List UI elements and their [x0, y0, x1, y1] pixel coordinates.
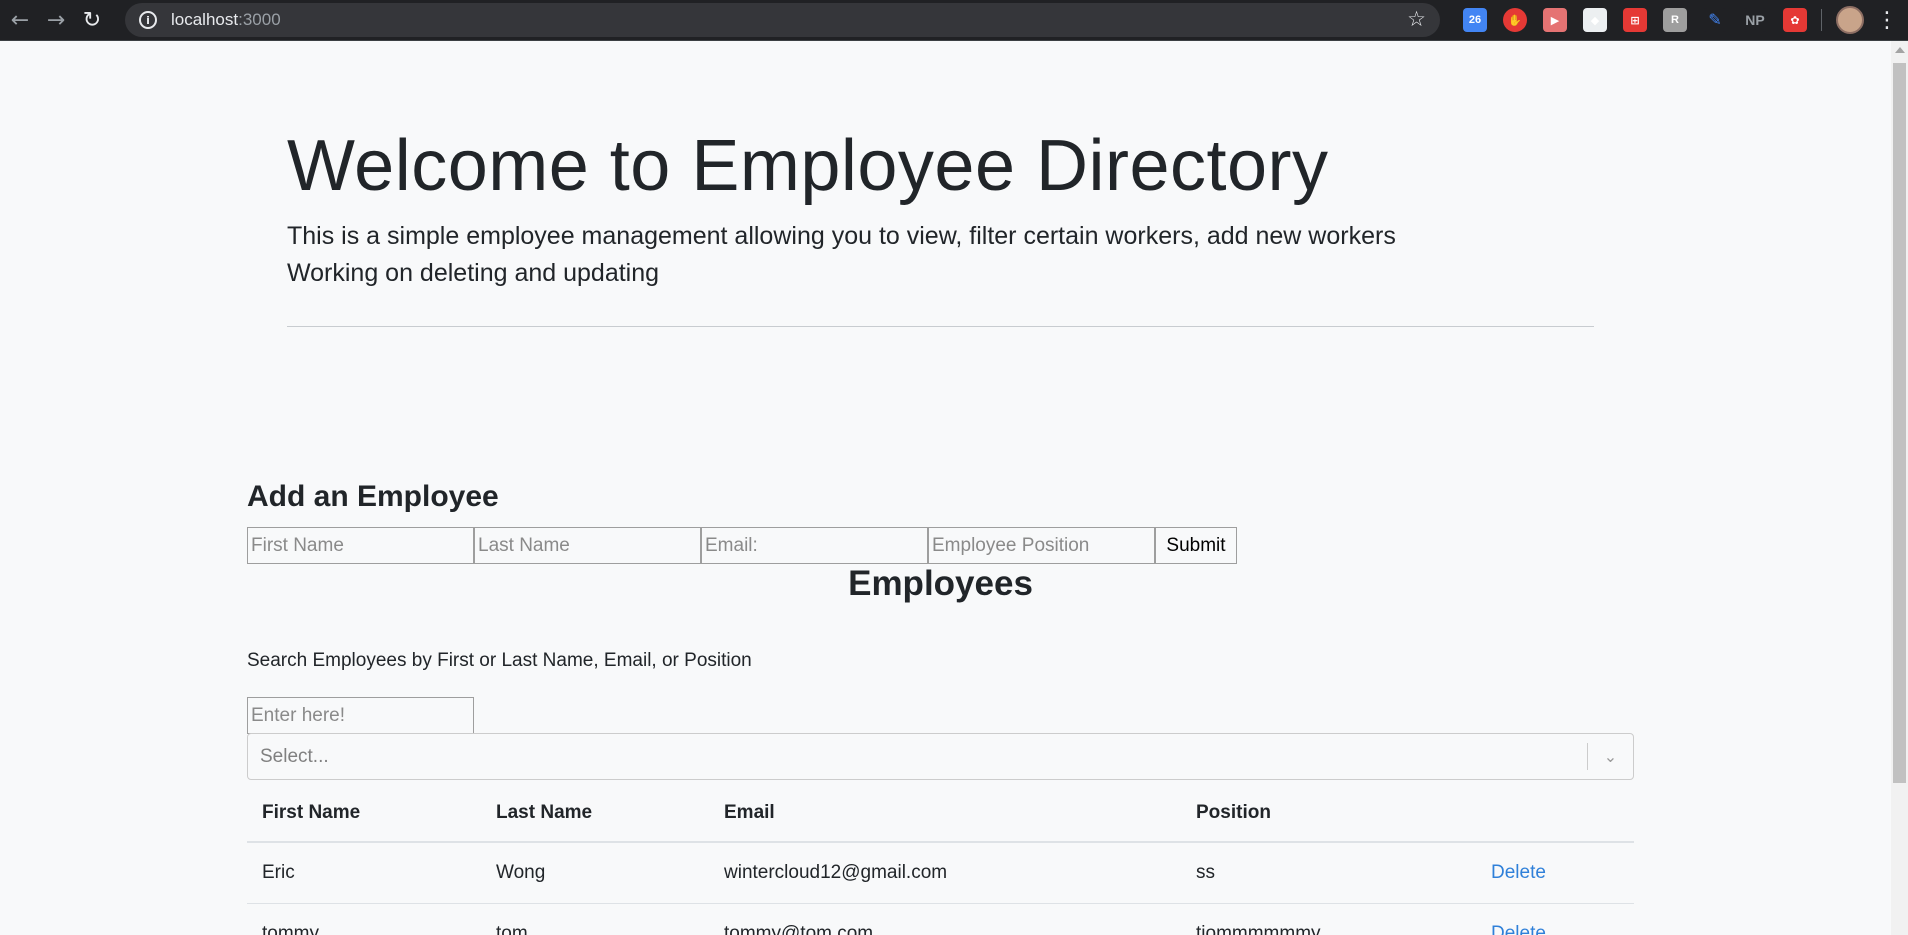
employees-table: First Name Last Name Email Position Eric…: [247, 784, 1634, 935]
np-ext-icon[interactable]: NP: [1743, 8, 1767, 32]
cell-email: tommy@tom.com: [709, 903, 1181, 935]
filter-select[interactable]: Select... ⌄: [247, 733, 1634, 780]
browser-toolbar: ← → ↻ i localhost:3000 ☆ 26 ✋ ▶ ◆ ⊞ R ✎ …: [0, 0, 1908, 41]
scroll-up-icon[interactable]: [1895, 47, 1905, 53]
select-placeholder: Select...: [260, 745, 329, 767]
cell-first-name: Eric: [247, 842, 481, 904]
tag-ext-icon[interactable]: ◆: [1583, 8, 1607, 32]
cell-action: Delete: [1476, 903, 1634, 935]
delete-link[interactable]: Delete: [1491, 923, 1546, 935]
profile-avatar[interactable]: [1836, 6, 1864, 34]
email-input[interactable]: [701, 527, 928, 564]
divider: [287, 326, 1594, 327]
chevron-down-icon[interactable]: ⌄: [1588, 747, 1633, 766]
forward-icon[interactable]: →: [38, 2, 74, 38]
cell-last-name: Wong: [481, 842, 709, 904]
first-name-input[interactable]: [247, 527, 474, 564]
cell-action: Delete: [1476, 842, 1634, 904]
pen-ext-icon[interactable]: ✎: [1703, 8, 1727, 32]
column-header[interactable]: First Name: [247, 784, 481, 843]
submit-button[interactable]: Submit: [1155, 527, 1237, 564]
page-title: Welcome to Employee Directory: [287, 126, 1329, 206]
column-header[interactable]: Position: [1181, 784, 1476, 843]
puzzle-ext-icon[interactable]: ✿: [1783, 8, 1807, 32]
calendar-ext-icon[interactable]: 26: [1463, 8, 1487, 32]
back-icon[interactable]: ←: [2, 2, 38, 38]
scroll-thumb[interactable]: [1893, 63, 1906, 783]
delete-link[interactable]: Delete: [1491, 862, 1546, 883]
position-input[interactable]: [928, 527, 1155, 564]
address-bar[interactable]: i localhost:3000 ☆: [125, 3, 1440, 37]
search-label: Search Employees by First or Last Name, …: [247, 650, 752, 671]
cell-first-name: tommy: [247, 903, 481, 935]
site-info-icon[interactable]: i: [139, 11, 157, 29]
table-row: tommy tom tommy@tom.com tiommmmmmy Delet…: [247, 903, 1634, 935]
table-header-row: First Name Last Name Email Position: [247, 784, 1634, 843]
pdf-ext-icon[interactable]: ⊞: [1623, 8, 1647, 32]
search-input[interactable]: [247, 697, 474, 734]
jumbotron: Welcome to Employee Directory This is a …: [287, 120, 1594, 327]
cell-position: tiommmmmmy: [1181, 903, 1476, 935]
bookmark-star-icon[interactable]: ☆: [1407, 7, 1426, 31]
lead-line-2: Working on deleting and updating: [287, 259, 660, 287]
reload-icon[interactable]: ↻: [74, 2, 110, 38]
address-url[interactable]: localhost:3000: [171, 10, 281, 30]
last-name-input[interactable]: [474, 527, 701, 564]
column-header: [1476, 784, 1634, 843]
cell-email: wintercloud12@gmail.com: [709, 842, 1181, 904]
column-header[interactable]: Email: [709, 784, 1181, 843]
employees-heading: Employees: [848, 564, 1033, 603]
stop-ext-icon[interactable]: ✋: [1503, 8, 1527, 32]
url-port: :3000: [238, 10, 281, 29]
extensions-bar: 26 ✋ ▶ ◆ ⊞ R ✎ NP ✿ ⋮: [1455, 4, 1898, 36]
lead-line-1: This is a simple employee management all…: [287, 222, 1396, 250]
url-host: localhost: [171, 10, 239, 29]
page-scrollbar[interactable]: [1891, 41, 1908, 935]
table-row: Eric Wong wintercloud12@gmail.com ss Del…: [247, 842, 1634, 904]
add-employee-form: Submit: [247, 527, 1237, 564]
toolbar-separator: [1821, 9, 1822, 31]
cell-position: ss: [1181, 842, 1476, 904]
menu-dots-icon[interactable]: ⋮: [1876, 8, 1898, 33]
column-header[interactable]: Last Name: [481, 784, 709, 843]
cell-last-name: tom: [481, 903, 709, 935]
add-employee-heading: Add an Employee: [247, 480, 499, 513]
record-ext-icon[interactable]: ▶: [1543, 8, 1567, 32]
r-ext-icon[interactable]: R: [1663, 8, 1687, 32]
